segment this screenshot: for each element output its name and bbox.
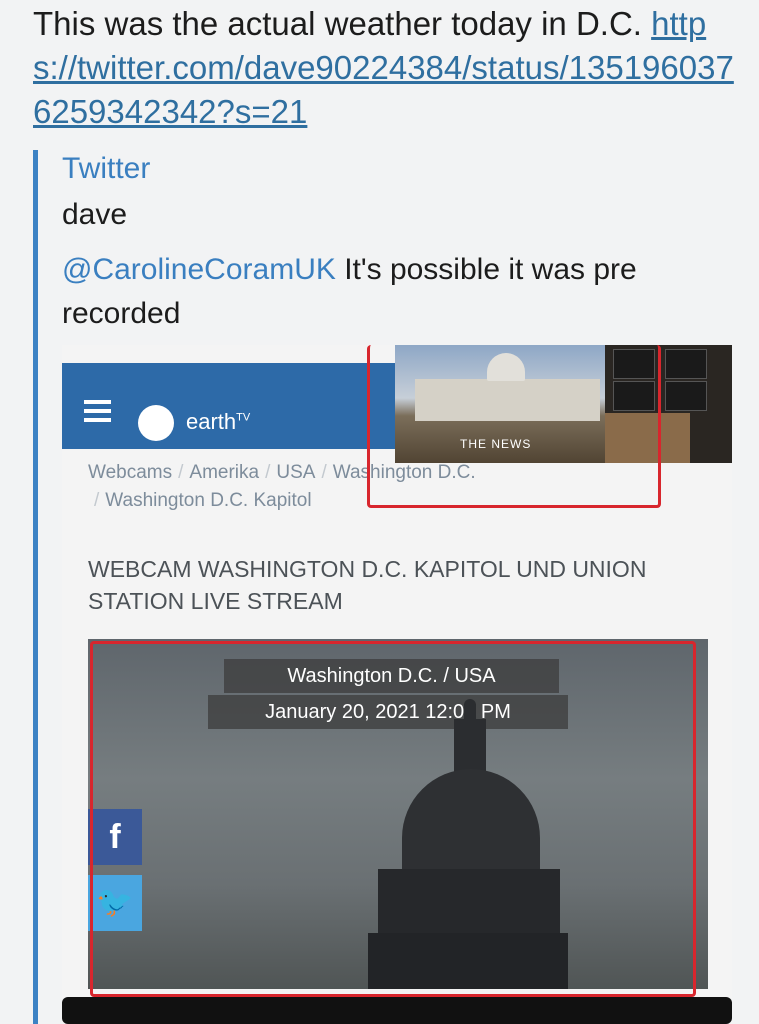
breadcrumb-item[interactable]: Amerika — [189, 462, 259, 483]
preview-mention[interactable]: @CarolineCoramUK — [62, 253, 336, 286]
image-bottom-bar — [62, 997, 732, 1024]
breadcrumb-item[interactable]: USA — [276, 462, 315, 483]
preview-description: @CarolineCoramUK It's possible it was pr… — [62, 248, 752, 336]
preview-title: dave — [62, 198, 128, 231]
red-annotation-box — [367, 345, 661, 508]
breadcrumb-item[interactable]: Webcams — [88, 462, 172, 483]
preview-image[interactable]: earthTV THE NEWS Webcams / Amerika / USA / Was… — [62, 345, 732, 1024]
red-annotation-box — [90, 641, 696, 997]
page-heading: WEBCAM WASHINGTON D.C. KAPITOL UND UNION… — [88, 556, 647, 614]
breadcrumb-current: Washington D.C. Kapitol — [105, 490, 312, 511]
video-tile — [665, 381, 707, 411]
site-logo[interactable]: earthTV — [186, 409, 250, 435]
preview-site-name[interactable]: Twitter — [62, 152, 150, 186]
message-body: This was the actual weather today in D.C… — [33, 5, 642, 42]
message-text: This was the actual weather today in D.C… — [33, 2, 748, 134]
menu-icon[interactable] — [84, 400, 111, 422]
earth-logo-icon — [138, 405, 174, 441]
video-tile — [665, 349, 707, 379]
logo-text: earth — [186, 409, 237, 434]
link-preview-bar — [33, 150, 38, 1024]
logo-superscript: TV — [236, 411, 251, 424]
